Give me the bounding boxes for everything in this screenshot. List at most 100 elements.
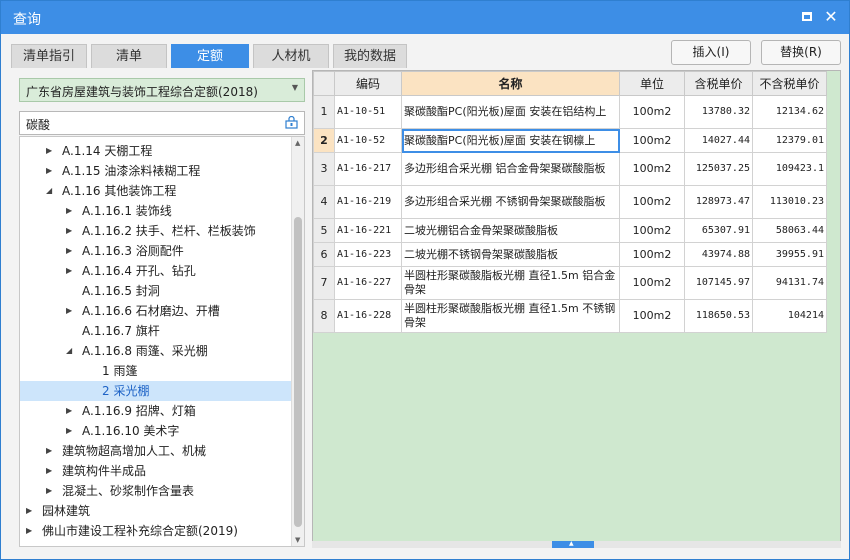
table-row[interactable]: 5 A1-16-221 二坡光棚铝合金骨架聚碳酸脂板 100m2 65307.91 580…: [313, 218, 827, 243]
maximize-icon[interactable]: [800, 10, 814, 24]
cell-code[interactable]: A1-10-52: [334, 128, 402, 153]
tab-labor-material[interactable]: 人材机: [253, 44, 329, 68]
cell-price-notax[interactable]: 12379.01: [752, 128, 827, 153]
cell-code[interactable]: A1-16-217: [334, 152, 402, 186]
cell-unit[interactable]: 100m2: [619, 299, 685, 333]
cell-unit[interactable]: 100m2: [619, 95, 685, 129]
header-price-tax[interactable]: 含税单价: [684, 71, 753, 96]
row-number[interactable]: 2: [313, 128, 335, 153]
cell-code[interactable]: A1-16-223: [334, 242, 402, 267]
cell-price-tax[interactable]: 128973.47: [684, 185, 753, 219]
header-unit[interactable]: 单位: [619, 71, 685, 96]
cell-price-notax[interactable]: 58063.44: [752, 218, 827, 243]
table-row[interactable]: 7 A1-16-227 半圆柱形聚碳酸脂板光棚 直径1.5m 铝合金骨架 100m2 1…: [313, 266, 827, 300]
close-icon[interactable]: ✕: [824, 9, 838, 25]
tree-item[interactable]: ▶ A.1.16.9 招牌、灯箱: [20, 401, 292, 421]
tree-item[interactable]: 1 雨篷: [20, 361, 292, 381]
cell-unit[interactable]: 100m2: [619, 266, 685, 300]
header-name[interactable]: 名称: [401, 71, 620, 96]
tab-quota[interactable]: 定额: [171, 44, 249, 68]
cell-price-tax[interactable]: 107145.97: [684, 266, 753, 300]
tree-item[interactable]: ▶ A.1.15 油漆涂料裱糊工程: [20, 161, 292, 181]
cell-code[interactable]: A1-16-219: [334, 185, 402, 219]
header-code[interactable]: 编码: [334, 71, 402, 96]
tree-item[interactable]: ▶ 建筑物超高增加人工、机械: [20, 441, 292, 461]
filter-icon[interactable]: [285, 116, 298, 129]
cell-price-notax[interactable]: 113010.23: [752, 185, 827, 219]
tree-item[interactable]: ▶ A.1.16.1 装饰线: [20, 201, 292, 221]
row-number[interactable]: 1: [313, 95, 335, 129]
cell-price-tax[interactable]: 65307.91: [684, 218, 753, 243]
tree-item[interactable]: ▶ 佛山市建设工程补充综合定额(2019): [20, 521, 292, 541]
tab-my-data[interactable]: 我的数据: [333, 44, 407, 68]
tree-item[interactable]: ◢ A.1.16.8 雨篷、采光棚: [20, 341, 292, 361]
cell-code[interactable]: A1-16-221: [334, 218, 402, 243]
tree-item[interactable]: 2 采光棚: [20, 381, 292, 401]
row-number[interactable]: 8: [313, 299, 335, 333]
tree-item[interactable]: ▶ A.1.16.10 美术字: [20, 421, 292, 441]
search-input[interactable]: 碳酸: [19, 111, 305, 135]
collapsed-arrow-icon[interactable]: ▶: [66, 421, 76, 441]
tree-item[interactable]: ▶ A.1.14 天棚工程: [20, 141, 292, 161]
collapsed-arrow-icon[interactable]: ▶: [46, 481, 56, 501]
cell-unit[interactable]: 100m2: [619, 185, 685, 219]
scroll-up-icon[interactable]: ▲: [295, 139, 300, 147]
cell-code[interactable]: A1-10-51: [334, 95, 402, 129]
tree-item[interactable]: ▶ 混凝土、砂浆制作含量表: [20, 481, 292, 501]
cell-name[interactable]: 多边形组合采光棚 铝合金骨架聚碳酸脂板: [401, 152, 620, 186]
collapsed-arrow-icon[interactable]: ▶: [66, 201, 76, 221]
cell-unit[interactable]: 100m2: [619, 218, 685, 243]
table-row[interactable]: 8 A1-16-228 半圆柱形聚碳酸脂板光棚 直径1.5m 不锈钢骨架 100m2 1…: [313, 299, 827, 333]
tab-bill[interactable]: 清单: [91, 44, 167, 68]
expanded-arrow-icon[interactable]: ◢: [46, 181, 56, 201]
collapsed-arrow-icon[interactable]: ▶: [26, 521, 36, 541]
tree-item[interactable]: ◢ A.1.16 其他装饰工程: [20, 181, 292, 201]
cell-price-notax[interactable]: 104214: [752, 299, 827, 333]
cell-price-notax[interactable]: 94131.74: [752, 266, 827, 300]
grid-splitter[interactable]: ▲: [312, 540, 841, 548]
tree-item[interactable]: A.1.16.5 封洞: [20, 281, 292, 301]
row-number[interactable]: 3: [313, 152, 335, 186]
replace-button[interactable]: 替换(R): [761, 40, 841, 65]
cell-name[interactable]: 半圆柱形聚碳酸脂板光棚 直径1.5m 铝合金骨架: [401, 266, 620, 300]
cell-price-tax[interactable]: 14027.44: [684, 128, 753, 153]
cell-price-tax[interactable]: 125037.25: [684, 152, 753, 186]
library-select[interactable]: 广东省房屋建筑与装饰工程综合定额(2018) ▼: [19, 78, 305, 102]
insert-button[interactable]: 插入(I): [671, 40, 751, 65]
cell-name[interactable]: 半圆柱形聚碳酸脂板光棚 直径1.5m 不锈钢骨架: [401, 299, 620, 333]
cell-code[interactable]: A1-16-227: [334, 266, 402, 300]
tree-item[interactable]: ▶ A.1.16.4 开孔、钻孔: [20, 261, 292, 281]
cell-unit[interactable]: 100m2: [619, 242, 685, 267]
tree-item[interactable]: A.1.16.7 旗杆: [20, 321, 292, 341]
tree-item[interactable]: ▶ A.1.16.6 石材磨边、开槽: [20, 301, 292, 321]
cell-name[interactable]: 二坡光棚不锈钢骨架聚碳酸脂板: [401, 242, 620, 267]
scroll-down-icon[interactable]: ▼: [295, 536, 300, 544]
cell-price-notax[interactable]: 39955.91: [752, 242, 827, 267]
collapsed-arrow-icon[interactable]: ▶: [66, 241, 76, 261]
cell-unit[interactable]: 100m2: [619, 152, 685, 186]
cell-unit[interactable]: 100m2: [619, 128, 685, 153]
tab-bill-guide[interactable]: 清单指引: [11, 44, 87, 68]
cell-name[interactable]: 多边形组合采光棚 不锈钢骨架聚碳酸脂板: [401, 185, 620, 219]
cell-price-tax[interactable]: 118650.53: [684, 299, 753, 333]
row-number[interactable]: 7: [313, 266, 335, 300]
collapsed-arrow-icon[interactable]: ▶: [66, 221, 76, 241]
cell-price-tax[interactable]: 13780.32: [684, 95, 753, 129]
scroll-thumb[interactable]: [294, 217, 302, 527]
cell-code[interactable]: A1-16-228: [334, 299, 402, 333]
title-bar[interactable]: 查询 ✕: [1, 1, 849, 34]
collapsed-arrow-icon[interactable]: ▶: [46, 161, 56, 181]
collapsed-arrow-icon[interactable]: ▶: [46, 461, 56, 481]
table-row[interactable]: 3 A1-16-217 多边形组合采光棚 铝合金骨架聚碳酸脂板 100m2 125037…: [313, 152, 827, 186]
cell-price-notax[interactable]: 109423.1: [752, 152, 827, 186]
collapsed-arrow-icon[interactable]: ▶: [66, 301, 76, 321]
table-row[interactable]: 1 A1-10-51 聚碳酸酯PC(阳光板)屋面 安装在铝结构上 100m2 13780…: [313, 95, 827, 129]
collapsed-arrow-icon[interactable]: ▶: [46, 141, 56, 161]
row-number[interactable]: 6: [313, 242, 335, 267]
row-number[interactable]: 4: [313, 185, 335, 219]
table-row[interactable]: 6 A1-16-223 二坡光棚不锈钢骨架聚碳酸脂板 100m2 43974.88 399…: [313, 242, 827, 267]
header-price-notax[interactable]: 不含税单价: [752, 71, 827, 96]
tree-item[interactable]: ▶ 园林建筑: [20, 501, 292, 521]
cell-name[interactable]: 聚碳酸酯PC(阳光板)屋面 安装在钢檩上: [401, 128, 620, 153]
cell-name[interactable]: 二坡光棚铝合金骨架聚碳酸脂板: [401, 218, 620, 243]
